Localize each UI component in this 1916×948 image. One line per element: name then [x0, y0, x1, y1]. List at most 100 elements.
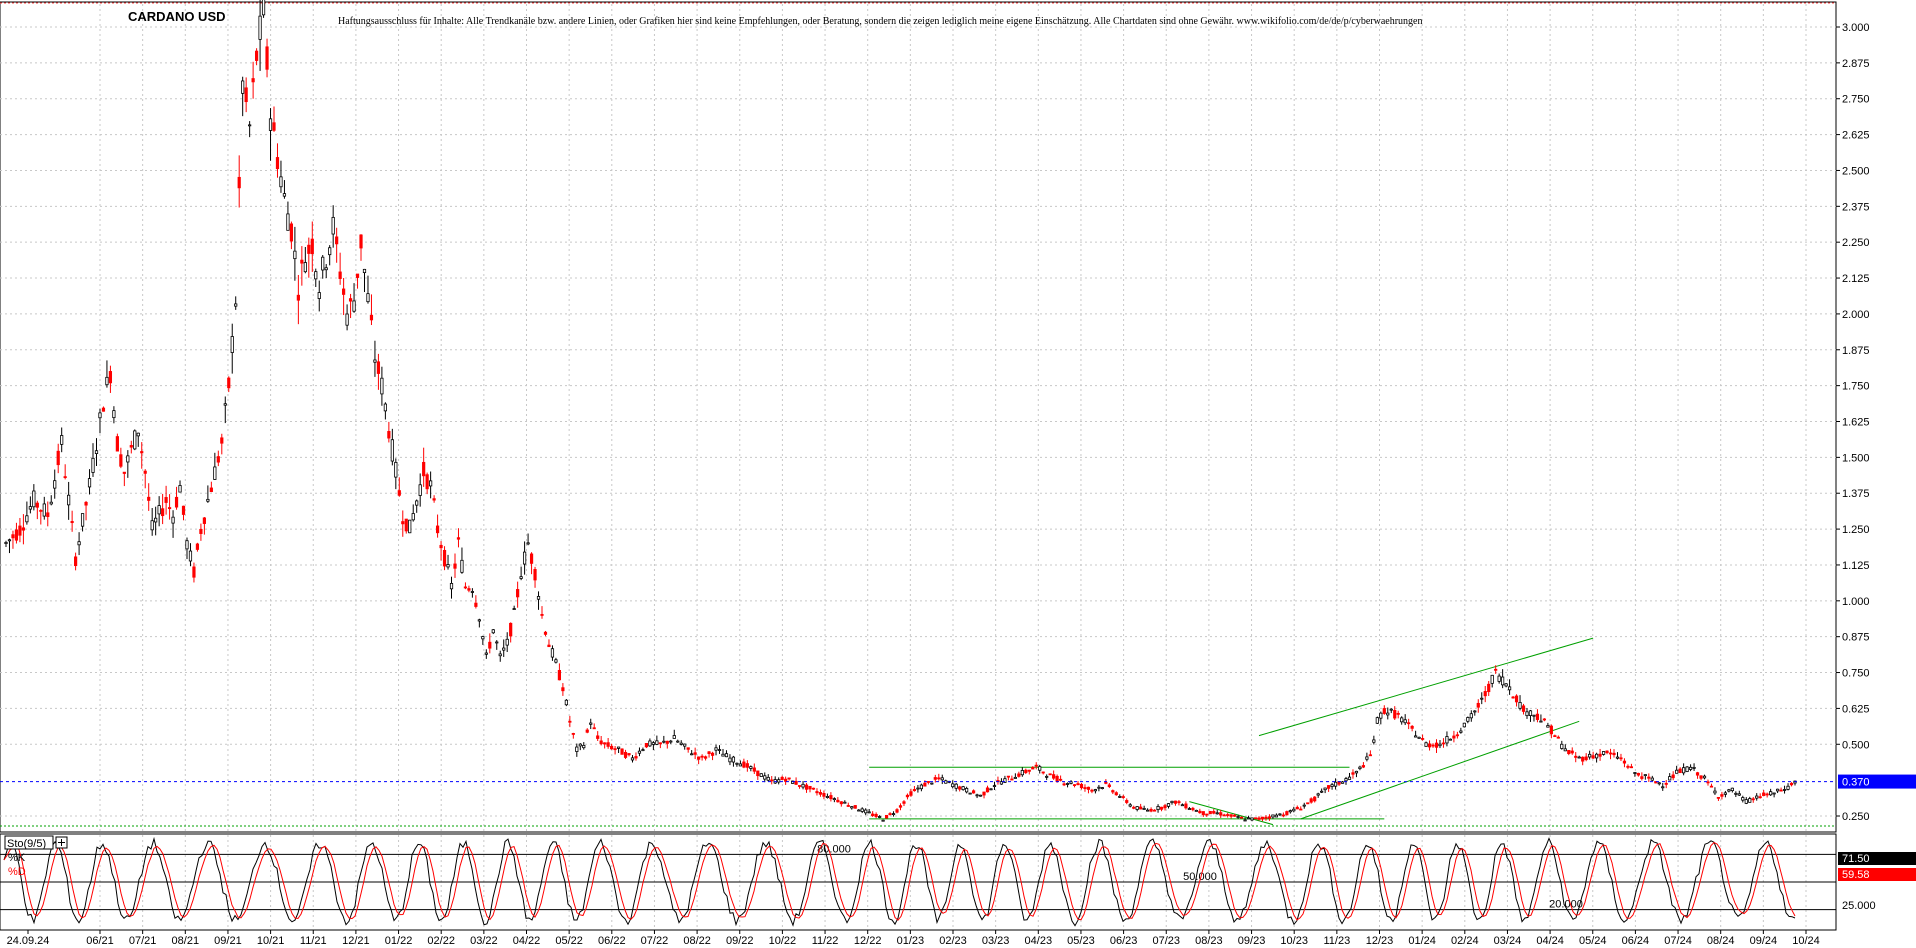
candle-body — [1647, 776, 1651, 779]
candle-body — [209, 487, 213, 493]
candle-body — [982, 791, 986, 796]
candle-body — [101, 407, 106, 412]
candle-body — [415, 500, 419, 506]
candle-body — [766, 776, 770, 781]
candle-body — [345, 313, 349, 326]
candle-body — [585, 729, 589, 733]
x-tick-label: 09/24 — [1750, 935, 1778, 947]
x-tick-label: 06/22 — [598, 935, 626, 947]
candle-body — [1111, 790, 1115, 793]
candle-body — [815, 791, 819, 794]
candle-body — [1786, 785, 1790, 790]
candle-body — [1320, 790, 1324, 793]
candle-body — [676, 740, 680, 743]
candle-body — [1511, 696, 1515, 699]
candle-body — [1031, 766, 1035, 770]
candle-body — [1156, 806, 1160, 811]
candle-body — [634, 756, 638, 759]
candle-body — [759, 773, 763, 777]
candle-body — [272, 122, 276, 131]
candle-body — [644, 743, 649, 748]
candle-body — [1382, 708, 1386, 714]
candle-body — [784, 778, 788, 782]
candle-body — [888, 813, 892, 815]
candle-body — [140, 451, 144, 454]
candle-body — [143, 470, 147, 474]
candle-body — [582, 744, 586, 749]
x-tick-label: 11/23 — [1323, 935, 1350, 947]
candle-body — [366, 293, 370, 303]
candle-body — [752, 767, 756, 772]
candle-body — [1567, 749, 1571, 754]
candle-body — [32, 490, 36, 508]
candle-body — [1678, 768, 1682, 773]
candle-body — [1184, 803, 1188, 809]
candle-body — [554, 659, 558, 663]
candle-body — [1487, 683, 1491, 693]
candle-body — [721, 753, 725, 757]
candle-body — [926, 781, 930, 783]
x-tick-label: 07/23 — [1152, 935, 1180, 947]
x-tick-label: 11/21 — [300, 935, 327, 947]
candle-body — [985, 787, 990, 793]
disclaimer-text: Haftungsausschluss für Inhalte: Alle Tre… — [338, 16, 1423, 27]
candle-body — [1720, 794, 1724, 797]
candle-body — [268, 118, 273, 131]
candle-body — [1177, 801, 1181, 804]
candle-body — [289, 223, 294, 242]
candle-body — [613, 748, 617, 751]
y-tick-label: 1.750 — [1842, 381, 1870, 393]
candle-body — [808, 785, 812, 790]
candle-body — [874, 813, 878, 818]
candle-body — [777, 779, 781, 783]
candle-body — [905, 794, 910, 798]
candle-body — [1375, 717, 1379, 724]
candle-body — [616, 746, 621, 749]
candle-body — [749, 766, 753, 769]
x-tick-label: 07/21 — [129, 935, 157, 947]
candle-body — [328, 247, 332, 256]
candle-body — [839, 801, 843, 805]
candle-body — [21, 527, 26, 531]
candle-body — [940, 777, 944, 781]
candle-body — [1093, 789, 1098, 792]
candle-body — [53, 480, 57, 489]
indicator-label: Sto(9/5) — [7, 838, 46, 850]
y-tick-label: 1.500 — [1842, 452, 1870, 464]
candle-body — [1208, 810, 1212, 815]
candle-body — [1288, 810, 1292, 813]
candle-body — [498, 653, 502, 657]
candle-body — [435, 525, 440, 534]
candle-body — [1427, 743, 1432, 748]
candle-body — [234, 303, 238, 307]
candle-body — [1076, 783, 1080, 785]
candle-body — [1379, 712, 1383, 719]
candle-body — [923, 782, 927, 787]
candle-body — [94, 450, 99, 454]
candle-body — [129, 445, 133, 448]
price-panel — [0, 0, 1837, 833]
y-tick-label: 2.125 — [1842, 273, 1870, 285]
candle-body — [822, 793, 826, 797]
candle-body — [154, 517, 158, 523]
candle-body — [387, 431, 391, 439]
candle-body — [1577, 756, 1581, 759]
candle-body — [404, 518, 408, 532]
candle-body — [369, 314, 374, 321]
candle-body — [700, 755, 704, 758]
candle-body — [1107, 784, 1111, 787]
candle-body — [1125, 800, 1129, 803]
candle-body — [1424, 742, 1428, 747]
candle-body — [1716, 796, 1721, 799]
candle-body — [25, 515, 29, 523]
candle-body — [4, 541, 8, 545]
candle-body — [449, 583, 454, 590]
candle-body — [610, 745, 614, 750]
candle-body — [115, 436, 119, 452]
candle-body — [1187, 808, 1191, 810]
candle-body — [1027, 769, 1031, 772]
candle-body — [1671, 774, 1675, 779]
candle-body — [442, 549, 447, 567]
candle-body — [1257, 817, 1261, 820]
candle-body — [1389, 708, 1393, 711]
